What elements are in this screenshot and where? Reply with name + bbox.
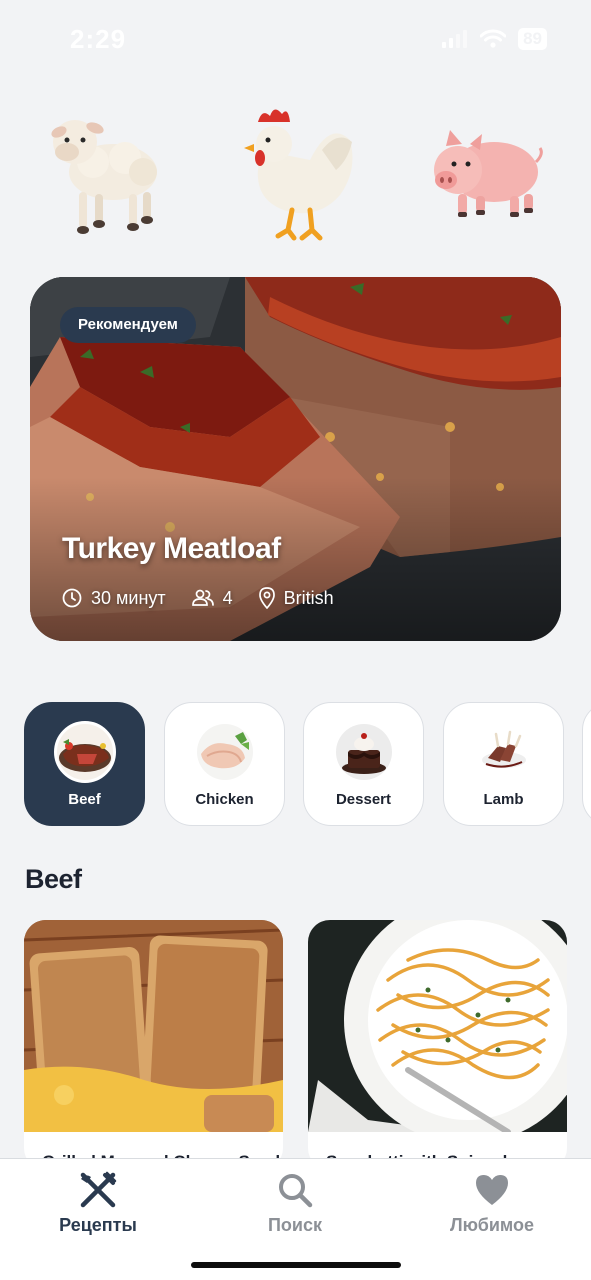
category-list: Beef Chicken Dessert Lamb (0, 702, 591, 828)
recommended-badge: Рекомендуем (60, 307, 196, 343)
tab-label: Поиск (267, 1215, 323, 1235)
chicken-thumbnail (194, 721, 256, 783)
fork-knife-icon (80, 1171, 117, 1208)
clock-icon (62, 588, 82, 608)
status-icons: 89 (442, 28, 547, 50)
signal-icon (442, 30, 468, 48)
category-next-partial[interactable] (582, 702, 591, 826)
recipe-image (24, 920, 283, 1132)
servings-label: 4 (222, 587, 233, 608)
tab-label: Рецепты (59, 1215, 137, 1235)
tab-recipes[interactable]: Рецепты (28, 1171, 168, 1236)
lamb-icon[interactable] (45, 100, 165, 250)
cook-time: 30 минут (62, 588, 166, 609)
lamb-thumbnail (473, 721, 535, 783)
category-dessert[interactable]: Dessert (303, 702, 424, 826)
section-title: Beef (25, 864, 82, 894)
recipe-card[interactable]: Grilled Mac and Cheese Sandwich (24, 920, 283, 1170)
pig-icon[interactable] (428, 100, 548, 250)
category-label: Lamb (483, 791, 524, 808)
status-time: 2:29 (70, 24, 127, 54)
cuisine: British (258, 587, 334, 609)
category-chicken[interactable]: Chicken (164, 702, 285, 826)
tab-search[interactable]: Поиск (225, 1171, 365, 1236)
featured-recipe-title: Turkey Meatloaf (62, 532, 281, 565)
beef-thumbnail (54, 721, 116, 783)
category-label: Dessert (335, 791, 392, 808)
recipe-image (308, 920, 567, 1132)
category-beef[interactable]: Beef (24, 702, 145, 826)
home-indicator[interactable] (191, 1262, 401, 1268)
battery-level: 89 (518, 28, 547, 50)
location-pin-icon (258, 587, 275, 609)
search-icon (279, 1174, 313, 1208)
tab-favorites[interactable]: Любимое (422, 1171, 562, 1236)
recipe-card[interactable]: Spaghetti with Spinach (308, 920, 567, 1170)
cuisine-label: British (283, 587, 334, 608)
heart-icon (476, 1175, 508, 1205)
wifi-icon (480, 29, 507, 48)
chicken-icon[interactable] (240, 100, 360, 250)
featured-recipe-card[interactable]: Рекомендуем Turkey Meatloaf 30 минут 4 B… (30, 277, 561, 641)
category-label: Beef (68, 791, 101, 808)
dessert-thumbnail (333, 721, 395, 783)
category-lamb[interactable]: Lamb (443, 702, 564, 826)
people-icon (191, 589, 214, 606)
servings: 4 (191, 587, 233, 609)
status-bar: 2:29 89 (0, 0, 591, 80)
tab-label: Любимое (449, 1215, 535, 1235)
cook-time-label: 30 минут (91, 587, 166, 608)
animal-selector (0, 100, 591, 250)
category-label: Chicken (195, 791, 254, 808)
featured-recipe-meta: 30 минут 4 British (62, 587, 360, 609)
